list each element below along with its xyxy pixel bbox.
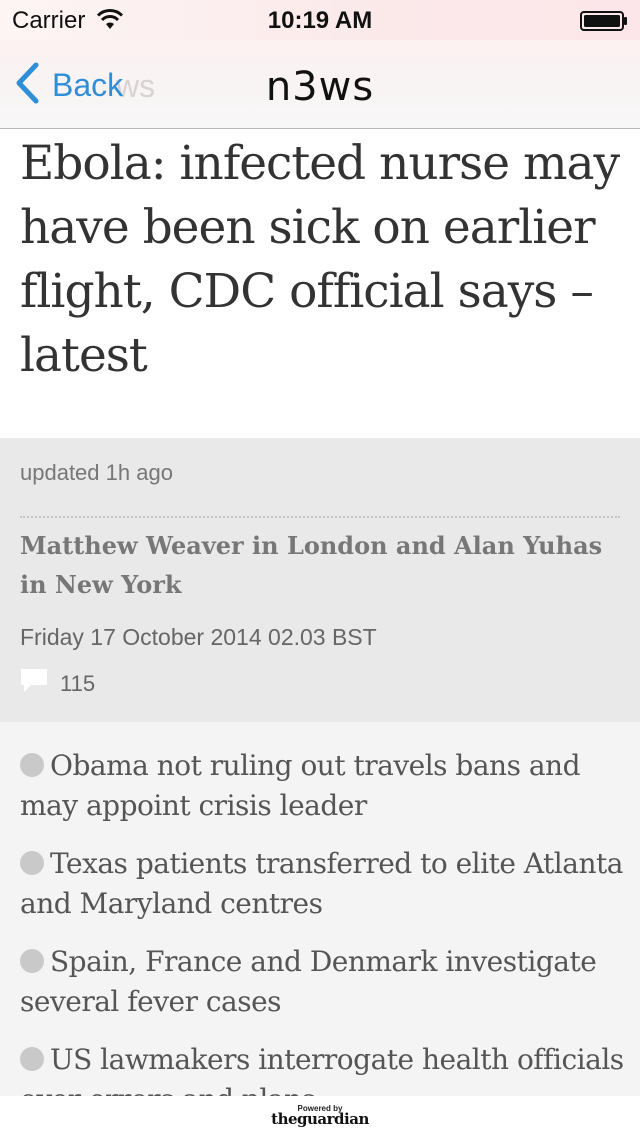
- article-byline: Matthew Weaver in London and Alan Yuhas …: [20, 531, 603, 599]
- article-meta: updated 1h ago Matthew Weaver in London …: [0, 438, 640, 722]
- battery-icon: [580, 11, 628, 36]
- key-point-item: US lawmakers interrogate health official…: [20, 1040, 624, 1096]
- article-date: Friday 17 October 2014 02.03 BST: [20, 624, 377, 650]
- bullet-dot-icon: [20, 949, 44, 973]
- status-time: 10:19 AM: [267, 7, 373, 34]
- key-point-text: US lawmakers interrogate health official…: [20, 1043, 624, 1096]
- footer: Powered by theguardian: [0, 1096, 640, 1136]
- guardian-logo[interactable]: theguardian: [0, 1110, 640, 1128]
- key-point-item: Spain, France and Denmark investigate se…: [20, 942, 624, 1022]
- app-title: n3ws: [265, 64, 375, 110]
- key-point-text: Obama not ruling out travels bans and ma…: [20, 749, 581, 822]
- dotted-divider: [20, 516, 620, 518]
- comment-count: 115: [60, 670, 96, 696]
- bullet-dot-icon: [20, 753, 44, 777]
- status-bar: Carrier 10:19 AM: [0, 0, 640, 40]
- key-point-text: Texas patients transferred to elite Atla…: [20, 847, 623, 920]
- key-points-list: Obama not ruling out travels bans and ma…: [0, 722, 640, 1096]
- key-point-text: Spain, France and Denmark investigate se…: [20, 945, 597, 1018]
- key-point-item: Texas patients transferred to elite Atla…: [20, 844, 624, 924]
- bullet-dot-icon: [20, 1047, 44, 1071]
- key-point-item: Obama not ruling out travels bans and ma…: [20, 746, 624, 826]
- article-headline: Ebola: infected nurse may have been sick…: [20, 136, 620, 383]
- bullet-dot-icon: [20, 851, 44, 875]
- comment-bubble-icon: [20, 668, 48, 699]
- navigation-bar: ws Back n3ws: [0, 40, 640, 129]
- updated-label: updated 1h ago: [20, 460, 173, 485]
- comments-link[interactable]: 115: [20, 668, 95, 699]
